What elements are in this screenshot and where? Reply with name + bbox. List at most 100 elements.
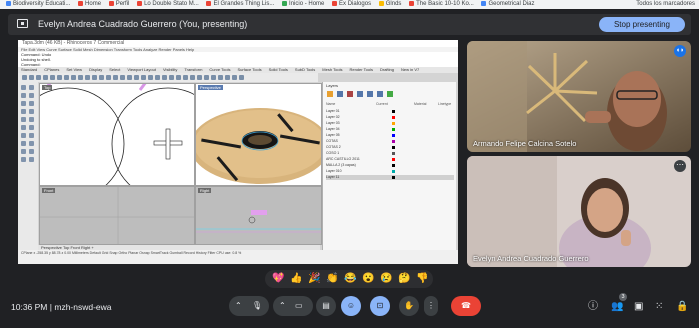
- layers-panel: Layers Name Current Material Linetype La…: [322, 82, 456, 250]
- viewport-label-perspective[interactable]: Perspective: [198, 85, 223, 90]
- right-viewport[interactable]: Right: [195, 186, 322, 245]
- emoji-icon: ☺: [346, 301, 356, 310]
- layer-row[interactable]: Layer 01: [326, 109, 454, 114]
- front-viewport[interactable]: Front: [39, 186, 195, 245]
- layer-row[interactable]: MALLA 2 (3 capas): [326, 163, 454, 168]
- perspective-viewport[interactable]: Perspective: [195, 83, 322, 186]
- participant-name: Evelyn Andrea Cuadrado Guerrero: [473, 254, 589, 263]
- col-linetype: Linetype: [438, 102, 452, 106]
- info-icon[interactable]: ⓘ: [588, 301, 598, 313]
- layer-color-swatch[interactable]: [392, 170, 395, 173]
- participant-video: [467, 41, 691, 152]
- chevron-up-icon[interactable]: ⌃: [279, 296, 286, 316]
- bookmark[interactable]: Geometrical Diaz: [481, 0, 534, 9]
- shared-screen: Tapa.3dm (46 KB) - Rhinoceros 7 Commerci…: [18, 40, 458, 264]
- toolbar-tab: Solid Tools: [268, 67, 288, 72]
- bookmark[interactable]: Ex Dialogos: [332, 0, 371, 9]
- phone-hangup-icon: ☎: [461, 301, 471, 310]
- layer-name: Layer 05: [326, 133, 340, 137]
- mic-control[interactable]: ⌃ 🎙: [229, 296, 269, 316]
- reaction-heart[interactable]: 💖: [272, 272, 284, 286]
- bookmark[interactable]: Home: [78, 0, 101, 9]
- host-controls-icon[interactable]: 🔒: [676, 301, 688, 313]
- stop-presenting-button[interactable]: Stop presenting: [599, 17, 685, 32]
- layer-color-swatch[interactable]: [392, 176, 395, 179]
- captions-button[interactable]: ▤: [316, 296, 336, 316]
- raise-hand-button[interactable]: ✋: [399, 296, 419, 316]
- reaction-thumbs-up[interactable]: 👍: [290, 272, 302, 286]
- toolbar-tab: Mesh Tools: [322, 67, 343, 72]
- participant-video: [467, 156, 691, 267]
- layer-color-swatch[interactable]: [392, 134, 395, 137]
- chevron-up-icon[interactable]: ⌃: [235, 296, 242, 316]
- top-viewport[interactable]: Top: [39, 83, 195, 186]
- viewport-label-front[interactable]: Front: [42, 188, 56, 193]
- viewport-label-top[interactable]: Top: [42, 85, 53, 90]
- participant-count-badge: 3: [619, 293, 627, 301]
- participant-tile[interactable]: ◖◗ Armando Felipe Calcina Sotelo: [467, 41, 691, 152]
- camera-control[interactable]: ⌃ ▭: [273, 296, 313, 316]
- layer-row[interactable]: Layer 11: [326, 175, 454, 180]
- layer-row[interactable]: COTAS 2: [326, 145, 454, 150]
- layer-row[interactable]: Layer 010: [326, 169, 454, 174]
- layer-color-swatch[interactable]: [392, 128, 395, 131]
- bookmark[interactable]: Biodiversity Educati...: [6, 0, 70, 9]
- layer-color-swatch[interactable]: [392, 116, 395, 119]
- layer-color-swatch[interactable]: [392, 146, 395, 149]
- more-vert-icon: ⋮: [427, 301, 435, 310]
- bookmark[interactable]: Lo Double Stato M...: [137, 0, 199, 9]
- layer-row[interactable]: COSO 1: [326, 151, 454, 156]
- reaction-surprised[interactable]: 😮: [362, 272, 374, 286]
- present-now-button[interactable]: ⊡: [370, 296, 390, 316]
- layer-row[interactable]: ARC CASTILLO 2011: [326, 157, 454, 162]
- reaction-thumbs-down[interactable]: 👎: [416, 272, 428, 286]
- bookmark[interactable]: The Basic 10-10 Ko...: [409, 0, 474, 9]
- layer-name: Layer 11: [326, 175, 340, 179]
- reaction-thinking[interactable]: 🤔: [398, 272, 410, 286]
- layer-color-swatch[interactable]: [392, 110, 395, 113]
- all-bookmarks-link[interactable]: Todos los marcadores: [636, 0, 695, 9]
- bookmark[interactable]: Glnds: [378, 0, 401, 9]
- layer-row[interactable]: Layer 05: [326, 133, 454, 138]
- more-options-button[interactable]: ⋮: [424, 296, 438, 316]
- layer-color-swatch[interactable]: [392, 158, 395, 161]
- toolbar-tab: Render Tools: [349, 67, 373, 72]
- col-current: Current: [376, 102, 388, 106]
- more-options-icon[interactable]: ⋯: [674, 160, 686, 172]
- activities-icon[interactable]: ⁙: [655, 301, 663, 313]
- layer-row[interactable]: Layer 02: [326, 115, 454, 120]
- bookmark[interactable]: El Grandes Thing Lis...: [206, 0, 274, 9]
- layer-color-swatch[interactable]: [392, 164, 395, 167]
- chat-icon[interactable]: ▣: [634, 301, 643, 313]
- reactions-bar: 💖 👍 🎉 👏 😂 😮 😢 🤔 👎: [265, 270, 433, 288]
- layer-color-swatch[interactable]: [392, 122, 395, 125]
- reaction-laugh[interactable]: 😂: [344, 272, 356, 286]
- layer-color-swatch[interactable]: [392, 140, 395, 143]
- viewport-label-right[interactable]: Right: [198, 188, 212, 193]
- bookmark[interactable]: Inicio - Home: [282, 0, 324, 9]
- microphone-icon[interactable]: 🎙: [252, 296, 262, 316]
- reaction-clap[interactable]: 👏: [326, 272, 338, 286]
- bookmarks-bar: Biodiversity Educati... Home Perfil Lo D…: [0, 0, 699, 9]
- raise-hand-icon: ✋: [404, 301, 414, 310]
- layer-row[interactable]: Layer 03: [326, 121, 454, 126]
- reaction-sad[interactable]: 😢: [380, 272, 392, 286]
- layer-row[interactable]: COTAS: [326, 139, 454, 144]
- participant-tile[interactable]: ⋯ Evelyn Andrea Cuadrado Guerrero: [467, 156, 691, 267]
- emoji-button[interactable]: ☺: [341, 296, 361, 316]
- people-icon[interactable]: 👥: [611, 301, 623, 313]
- toolbar-tab: Curve Tools: [209, 67, 231, 72]
- leave-call-button[interactable]: ☎: [451, 296, 481, 316]
- layer-row[interactable]: Layer 04: [326, 127, 454, 132]
- presenting-text: Evelyn Andrea Cuadrado Guerrero (You, pr…: [38, 19, 248, 29]
- camera-icon[interactable]: ▭: [295, 296, 303, 316]
- layer-name: COTAS: [326, 139, 338, 143]
- layer-name: ARC CASTILLO 2011: [326, 157, 360, 161]
- speaking-indicator-icon: ◖◗: [674, 45, 686, 57]
- layer-name: Layer 04: [326, 127, 340, 131]
- layer-color-swatch[interactable]: [392, 152, 395, 155]
- rhino-side-toolbar: [18, 82, 38, 250]
- reaction-party[interactable]: 🎉: [308, 272, 320, 286]
- bookmark[interactable]: Perfil: [108, 0, 129, 9]
- presenting-banner: Evelyn Andrea Cuadrado Guerrero (You, pr…: [8, 14, 691, 35]
